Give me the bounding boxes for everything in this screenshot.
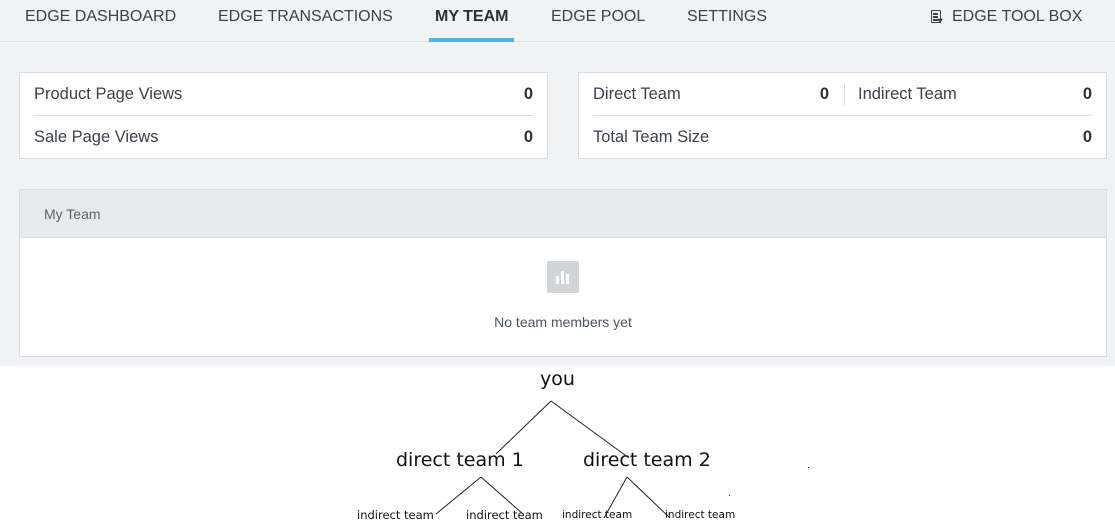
tab-edge-transactions[interactable]: EDGE TRANSACTIONS — [218, 0, 393, 42]
tab-edge-dashboard[interactable]: EDGE DASHBOARD — [25, 0, 176, 42]
tab-settings[interactable]: SETTINGS — [687, 0, 767, 42]
page-views-card: Product Page Views 0 Sale Page Views 0 — [19, 72, 548, 159]
tree-node-indirect-1: indirect team — [357, 508, 434, 522]
my-team-panel-title: My Team — [20, 190, 1106, 238]
stray-mark — [808, 467, 809, 468]
app-area: EDGE DASHBOARD EDGE TRANSACTIONS MY TEAM… — [0, 0, 1115, 366]
tree-edge-direct2-indirect4 — [626, 476, 671, 519]
tree-edge-root-direct1 — [495, 400, 552, 455]
total-team-size-label: Total Team Size — [593, 128, 710, 146]
sale-page-views-value: 0 — [523, 128, 533, 146]
team-stats-card: Direct Team 0 Indirect Team 0 Total Team… — [578, 72, 1107, 159]
product-page-views-row: Product Page Views 0 — [34, 73, 533, 116]
direct-team-stat: Direct Team 0 — [593, 73, 829, 116]
indirect-team-label: Indirect Team — [858, 85, 957, 103]
indirect-team-value: 0 — [1082, 85, 1092, 103]
indirect-team-stat: Indirect Team 0 — [858, 73, 1092, 116]
download-document-icon — [930, 0, 944, 33]
product-page-views-value: 0 — [523, 84, 533, 103]
total-team-size-value: 0 — [1082, 128, 1092, 146]
product-page-views-label: Product Page Views — [34, 84, 183, 103]
sale-page-views-label: Sale Page Views — [34, 128, 159, 146]
tab-edge-pool[interactable]: EDGE POOL — [551, 0, 645, 42]
tree-node-indirect-2: indirect team — [466, 508, 543, 522]
team-tree-lines — [435, 400, 671, 519]
tab-my-team[interactable]: MY TEAM — [428, 0, 516, 42]
stray-mark — [729, 495, 730, 496]
direct-team-label: Direct Team — [593, 85, 681, 103]
total-team-size-row: Total Team Size 0 — [593, 116, 1092, 159]
direct-team-value: 0 — [819, 85, 829, 103]
top-nav: EDGE DASHBOARD EDGE TRANSACTIONS MY TEAM… — [0, 0, 1115, 42]
empty-state-message: No team members yet — [494, 314, 632, 330]
tree-node-direct-2: direct team 2 — [583, 449, 711, 471]
bar-chart-icon — [547, 261, 579, 293]
edge-tool-box-button[interactable]: EDGE TOOL BOX — [930, 0, 1082, 42]
tree-node-indirect-3: indirect team — [562, 509, 633, 521]
edge-tool-box-label: EDGE TOOL BOX — [952, 8, 1083, 25]
tree-node-direct-1: direct team 1 — [396, 449, 524, 471]
sale-page-views-row: Sale Page Views 0 — [34, 116, 533, 159]
divider — [844, 84, 845, 106]
my-team-panel: My Team No team members yet — [19, 189, 1107, 357]
tree-node-indirect-4: indirect team — [665, 509, 736, 521]
tree-node-root: you — [540, 368, 575, 390]
